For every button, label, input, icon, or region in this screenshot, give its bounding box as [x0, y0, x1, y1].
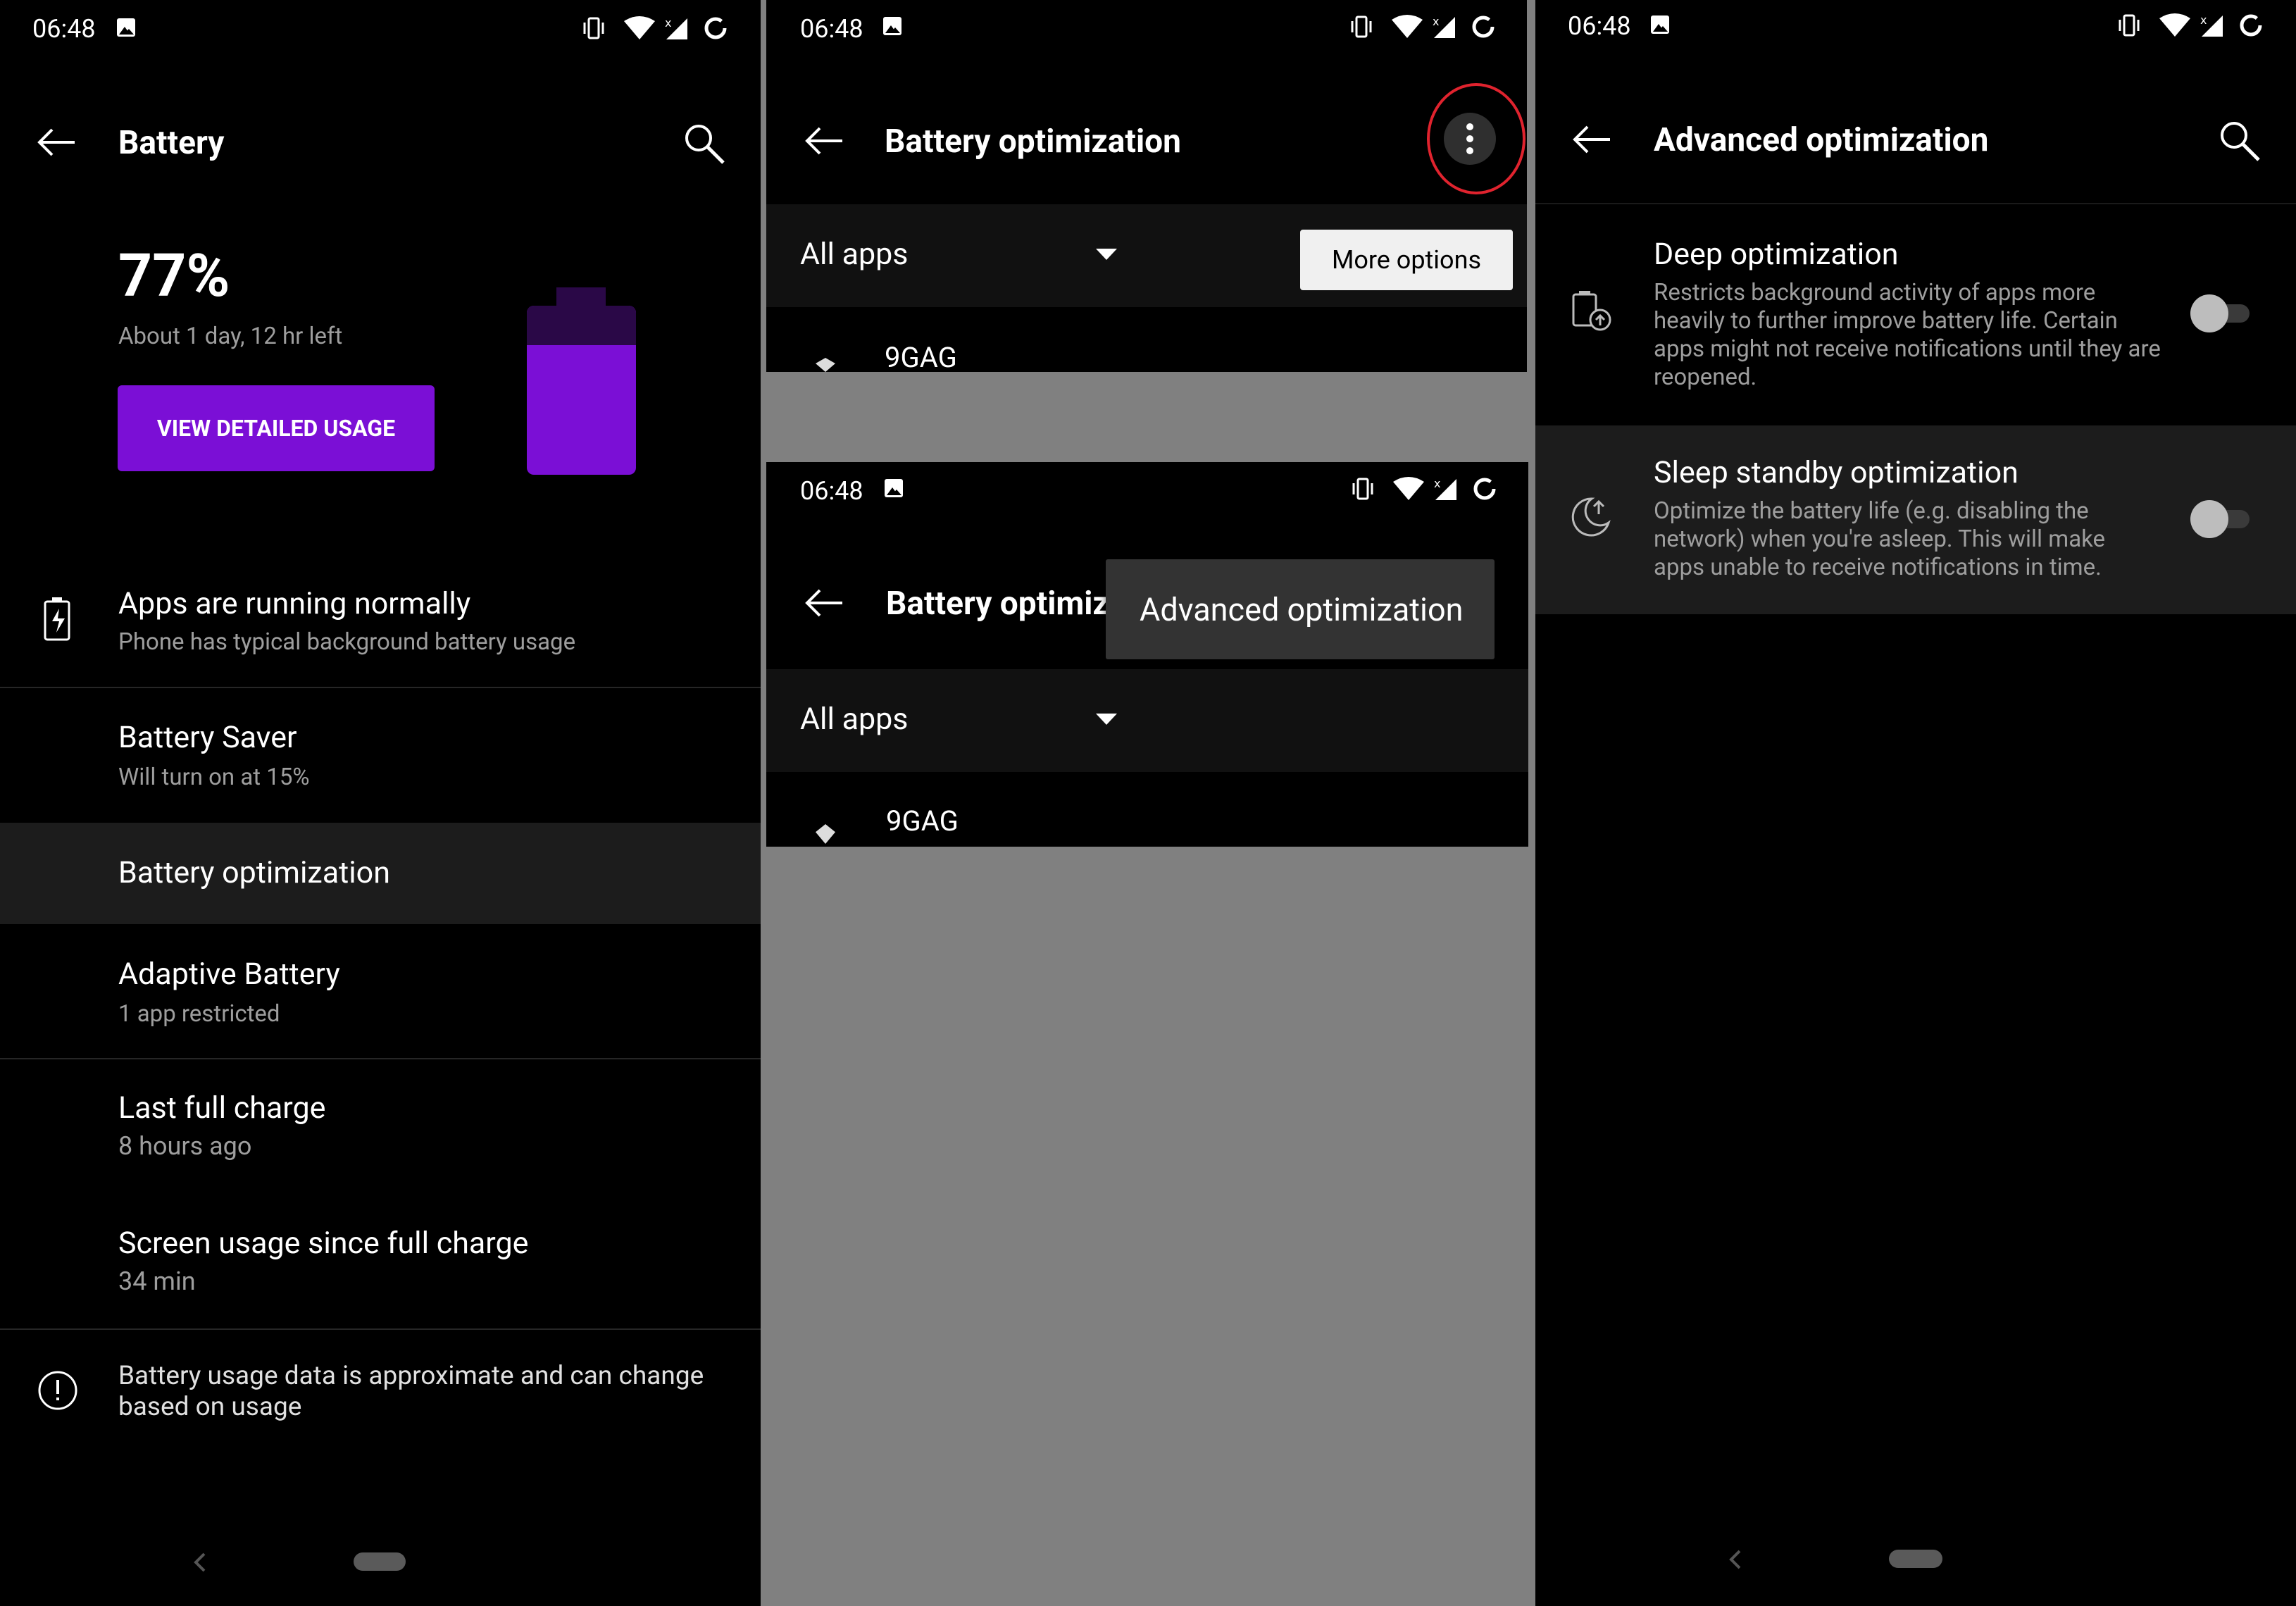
app-name[interactable]: 9GAG: [885, 341, 957, 372]
time-left: About 1 day, 12 hr left: [118, 323, 343, 350]
view-detailed-usage-button[interactable]: VIEW DETAILED USAGE: [118, 385, 435, 471]
filter-label: All apps: [800, 702, 909, 737]
status-time: 06:48: [800, 14, 863, 44]
svg-text:x: x: [1434, 477, 1440, 490]
status-icons: x: [1349, 13, 1504, 41]
toggle-thumb: [2190, 500, 2228, 538]
row-adaptive-battery-subtitle: 1 app restricted: [118, 1000, 280, 1028]
battery-optimization-screen: 06:48 x Battery optimization All apps Mo…: [766, 0, 1527, 372]
app-icon: [816, 358, 835, 372]
svg-text:x: x: [665, 16, 671, 30]
toggle-thumb: [2190, 294, 2228, 332]
page-title: Battery: [118, 124, 225, 162]
image-notification-icon: [883, 17, 901, 35]
row-screen-usage-title: Screen usage since full charge: [118, 1226, 529, 1261]
sleep-standby-toggle[interactable]: [2190, 500, 2251, 538]
divider: [0, 1058, 761, 1059]
page-title: Advanced optimization: [1654, 121, 1989, 159]
row-battery-saver-subtitle: Will turn on at 15%: [118, 764, 310, 791]
nav-back-icon[interactable]: [192, 1550, 208, 1575]
back-button[interactable]: [803, 125, 845, 156]
overflow-menu: Advanced optimization: [1106, 559, 1495, 659]
info-icon: [37, 1369, 79, 1412]
wifi-icon: [624, 16, 655, 39]
more-options-tooltip[interactable]: More options: [1300, 230, 1513, 290]
filter-dropdown[interactable]: All apps: [800, 237, 1117, 272]
filter-dropdown[interactable]: All apps: [800, 702, 1117, 737]
app-icon: [816, 824, 835, 844]
image-notification-icon: [117, 18, 135, 37]
divider: [1535, 203, 2296, 204]
battery-screen: 06:48 x Battery 77% About 1 day, 12 hr l…: [0, 0, 761, 1606]
row-adaptive-battery-title[interactable]: Adaptive Battery: [118, 957, 340, 992]
nav-home-pill[interactable]: [354, 1552, 406, 1571]
status-time: 06:48: [800, 476, 863, 506]
advanced-optimization-screen: 06:48 x Advanced optimization Deep optim…: [1535, 0, 2296, 1606]
row-battery-optimization-title[interactable]: Battery optimization: [118, 855, 390, 890]
moon-icon: [1568, 493, 1613, 538]
row-last-full-charge-subtitle: 8 hours ago: [118, 1131, 252, 1161]
battery-health-icon: [42, 596, 73, 642]
app-name[interactable]: 9GAG: [886, 804, 959, 838]
nav-home-pill[interactable]: [1889, 1550, 1942, 1568]
page-title: Battery optimization: [885, 123, 1181, 161]
sleep-standby-title: Sleep standby optimization: [1654, 455, 2019, 490]
image-notification-icon: [885, 479, 903, 497]
filter-label: All apps: [800, 237, 909, 272]
page-title: Battery optimiz: [886, 585, 1109, 623]
status-icons: x: [582, 14, 737, 42]
back-button[interactable]: [35, 127, 77, 158]
back-button[interactable]: [1571, 124, 1613, 155]
back-button[interactable]: [803, 587, 845, 618]
row-battery-saver-title[interactable]: Battery Saver: [118, 720, 297, 755]
deep-optimization-toggle[interactable]: [2190, 294, 2251, 332]
row-last-full-charge-title: Last full charge: [118, 1090, 326, 1126]
deep-optimization-icon: [1571, 289, 1616, 334]
row-apps-running-title[interactable]: Apps are running normally: [118, 586, 470, 621]
loading-icon: [704, 17, 727, 39]
footer-note: Battery usage data is approximate and ca…: [118, 1361, 704, 1422]
battery-percent: 77%: [118, 241, 230, 311]
image-notification-icon: [1651, 15, 1669, 34]
divider: [0, 687, 761, 688]
more-options-label: More options: [1331, 245, 1482, 275]
nav-back-icon[interactable]: [1727, 1547, 1744, 1572]
view-detailed-usage-label: VIEW DETAILED USAGE: [156, 415, 396, 442]
search-icon[interactable]: [2217, 118, 2262, 163]
highlight-circle: [1427, 83, 1526, 194]
search-icon[interactable]: [682, 121, 727, 166]
row-apps-running-subtitle: Phone has typical background battery usa…: [118, 628, 576, 656]
deep-optimization-title: Deep optimization: [1654, 237, 1899, 272]
battery-optimization-menu-screen: 06:48 x Battery optimiz Advanced optimiz…: [766, 462, 1528, 847]
status-time: 06:48: [32, 14, 96, 44]
row-screen-usage-subtitle: 34 min: [118, 1266, 196, 1296]
dropdown-arrow-icon: [1096, 249, 1117, 260]
status-icons: x: [2117, 11, 2272, 39]
status-time: 06:48: [1568, 11, 1631, 41]
vibrate-icon: [583, 17, 604, 39]
svg-text:x: x: [2200, 13, 2207, 27]
menu-item-advanced-optimization[interactable]: Advanced optimization: [1140, 591, 1463, 628]
divider: [0, 1328, 761, 1330]
battery-graphic: [527, 287, 636, 475]
svg-text:x: x: [1433, 15, 1439, 28]
status-icons: x: [1351, 475, 1506, 503]
dropdown-arrow-icon: [1096, 714, 1117, 725]
sleep-standby-subtitle: Optimize the battery life (e.g. disablin…: [1654, 497, 2106, 581]
deep-optimization-subtitle: Restricts background activity of apps mo…: [1654, 279, 2161, 391]
